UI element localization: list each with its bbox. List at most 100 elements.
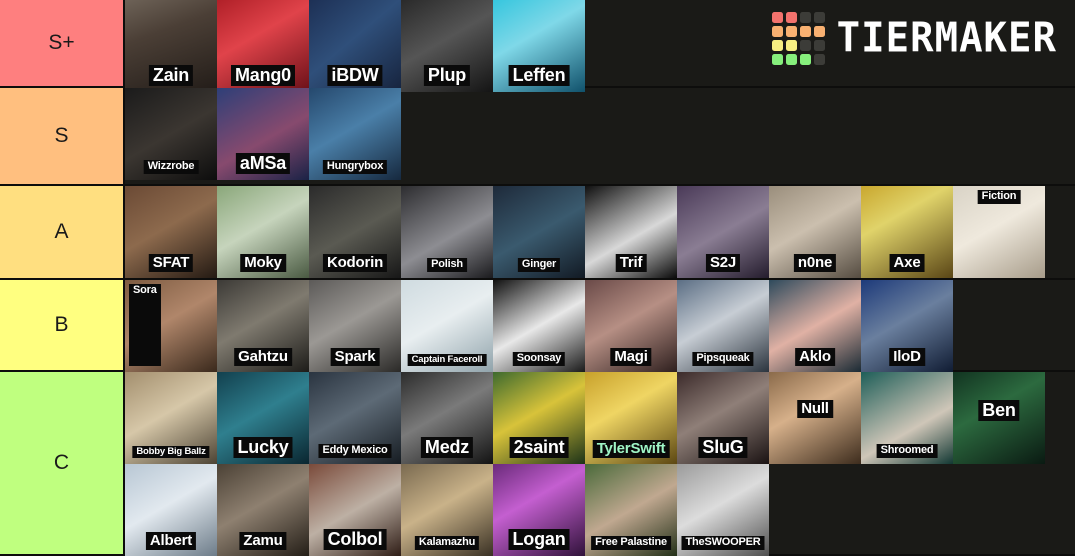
tier-item-label: Logan — [508, 528, 570, 550]
tier-item-label: Ben — [978, 400, 1020, 422]
tier-item[interactable]: aMSa — [217, 88, 309, 180]
tier-item[interactable]: Gahtzu — [217, 280, 309, 372]
tier-item-label: S2J — [705, 253, 741, 272]
tier-item[interactable]: Moky — [217, 186, 309, 278]
tier-item-label: Zamu — [239, 531, 287, 550]
logo-cell-2-0 — [771, 40, 783, 51]
tier-item[interactable]: Hungrybox — [309, 88, 401, 180]
tier-item-label: Trif — [615, 253, 647, 272]
tier-item-label: aMSa — [235, 152, 291, 174]
tier-item-label: Leffen — [508, 64, 570, 86]
tier-item[interactable]: S2J — [677, 186, 769, 278]
tier-item[interactable]: Logan — [493, 464, 585, 556]
tier-item[interactable]: Sora — [125, 280, 217, 372]
tier-item-label: Eddy Mexico — [318, 444, 392, 458]
tier-item[interactable]: Spark — [309, 280, 401, 372]
tier-item[interactable]: Trif — [585, 186, 677, 278]
tier-item[interactable]: n0ne — [769, 186, 861, 278]
tier-item[interactable]: Shroomed — [861, 372, 953, 464]
tier-item[interactable]: Kalamazhu — [401, 464, 493, 556]
tier-item-label: Magi — [610, 347, 652, 366]
tier-item[interactable]: SluG — [677, 372, 769, 464]
tier-label-c[interactable]: C — [0, 372, 125, 554]
tier-label-b[interactable]: B — [0, 280, 125, 370]
tier-item[interactable]: Fiction — [953, 186, 1045, 278]
tier-item[interactable]: Null — [769, 372, 861, 464]
tier-item-label: Lucky — [233, 436, 293, 458]
tier-item-label: Mang0 — [230, 64, 296, 86]
tier-item[interactable]: Ben — [953, 372, 1045, 464]
tier-item-label: Aklo — [795, 347, 835, 366]
tier-item-label: Medz — [420, 436, 474, 458]
tier-item[interactable]: Ginger — [493, 186, 585, 278]
tier-item-label: Sora — [129, 284, 161, 366]
tier-item[interactable]: SFAT — [125, 186, 217, 278]
tier-item[interactable]: Magi — [585, 280, 677, 372]
tier-item[interactable]: Axe — [861, 186, 953, 278]
logo-cell-2-1 — [785, 40, 797, 51]
tier-label-a[interactable]: A — [0, 186, 125, 278]
tier-item[interactable]: iBDW — [309, 0, 401, 92]
tier-item-label: Kodorin — [322, 253, 388, 272]
tier-item[interactable]: Leffen — [493, 0, 585, 92]
tier-item-label: TheSWOOPER — [681, 536, 765, 550]
tier-items-s: Wizzrobe aMSa Hungrybox — [125, 88, 1075, 184]
tier-item-label: Fiction — [977, 190, 1021, 204]
tiermaker-logo-grid-icon — [771, 12, 825, 65]
tier-item[interactable]: Albert — [125, 464, 217, 556]
tier-item[interactable]: Medz — [401, 372, 493, 464]
tier-item[interactable]: Wizzrobe — [125, 88, 217, 180]
tier-label-splus[interactable]: S+ — [0, 0, 125, 86]
logo-cell-0-0 — [771, 12, 783, 23]
tier-item[interactable]: Free Palastine — [585, 464, 677, 556]
tier-item[interactable]: 2saint — [493, 372, 585, 464]
tier-item-label: Hungrybox — [322, 160, 388, 174]
tiermaker-logo: TIERMAKER — [771, 12, 1057, 65]
tier-item[interactable]: Colbol — [309, 464, 401, 556]
tier-item-label: Axe — [889, 253, 925, 272]
tier-item[interactable]: Aklo — [769, 280, 861, 372]
tier-item[interactable]: Zain — [125, 0, 217, 92]
tier-item[interactable]: Zamu — [217, 464, 309, 556]
logo-cell-3-3 — [813, 54, 825, 65]
logo-cell-0-3 — [813, 12, 825, 23]
tier-label-s[interactable]: S — [0, 88, 125, 184]
tier-item[interactable]: Eddy Mexico — [309, 372, 401, 464]
tier-items-b: Sora Gahtzu Spark Captain Faceroll Soonsay Ma… — [125, 280, 1075, 372]
tier-item[interactable]: Captain Faceroll — [401, 280, 493, 372]
tier-item-label: Albert — [145, 531, 197, 550]
tier-item[interactable]: Lucky — [217, 372, 309, 464]
tier-item[interactable]: IloD — [861, 280, 953, 372]
tier-item[interactable]: Plup — [401, 0, 493, 92]
tier-item-label: Free Palastine — [591, 536, 671, 550]
tier-items-a: SFAT Moky Kodorin Polish Ginger Trif S2J n0ne Ax… — [125, 186, 1075, 278]
tier-row-a: A SFAT Moky Kodorin Polish Ginger Trif S2J n0ne A… — [0, 186, 1075, 280]
logo-cell-1-0 — [771, 26, 783, 37]
logo-cell-3-2 — [799, 54, 811, 65]
tier-list-board: TIERMAKER S+ Zain Mang0 iBDW Plup Leffen S Wizz… — [0, 0, 1075, 556]
tier-item-label: Soonsay — [512, 352, 566, 366]
tier-item[interactable]: Bobby Big Ballz — [125, 372, 217, 464]
tier-item-label: Plup — [423, 64, 471, 86]
tier-row-s: S Wizzrobe aMSa Hungrybox — [0, 88, 1075, 186]
logo-cell-0-1 — [785, 12, 797, 23]
tier-item-label: Polish — [427, 258, 467, 272]
tier-item-label: SluG — [698, 436, 748, 458]
tier-rows-container: S+ Zain Mang0 iBDW Plup Leffen S Wizzrobe aMSa Hu… — [0, 0, 1075, 556]
tier-item[interactable]: Kodorin — [309, 186, 401, 278]
tier-item-label: Kalamazhu — [414, 536, 480, 550]
tier-item[interactable]: TheSWOOPER — [677, 464, 769, 556]
tier-item[interactable]: Polish — [401, 186, 493, 278]
tier-item-label: n0ne — [793, 253, 837, 272]
tier-item-label: Gahtzu — [234, 347, 292, 366]
tier-item[interactable]: Soonsay — [493, 280, 585, 372]
tier-item-label: Shroomed — [876, 444, 938, 458]
tier-item[interactable]: Pipsqueak — [677, 280, 769, 372]
tier-item-label: TylerSwift — [592, 439, 670, 458]
tier-item-label: Null — [797, 400, 833, 419]
tier-item[interactable]: Mang0 — [217, 0, 309, 92]
tier-item[interactable]: TylerSwift — [585, 372, 677, 464]
logo-cell-1-1 — [785, 26, 797, 37]
logo-cell-0-2 — [799, 12, 811, 23]
tier-row-c: C Bobby Big Ballz Lucky Eddy Mexico Medz 2sai… — [0, 372, 1075, 556]
